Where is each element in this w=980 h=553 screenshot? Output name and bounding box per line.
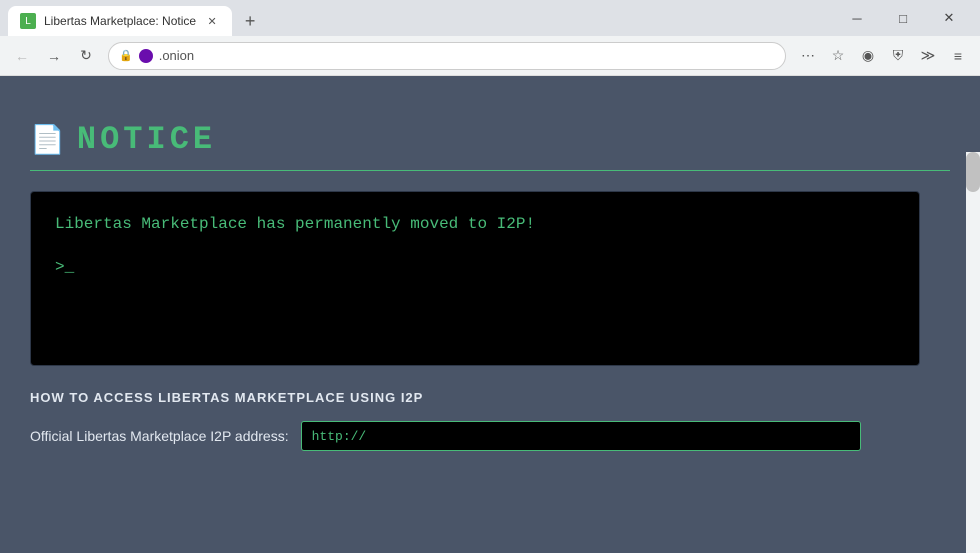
tab-title: Libertas Marketplace: Notice bbox=[44, 14, 196, 28]
toolbar-right: ⋯ ☆ ◉ ⛨ ≫ ≡ bbox=[794, 42, 972, 70]
lock-icon: 🔒 bbox=[119, 49, 133, 62]
extension2-icon[interactable]: ⛨ bbox=[884, 42, 912, 70]
notice-heading: 📄 NOTICE bbox=[30, 121, 950, 158]
more-tools-icon[interactable]: ≫ bbox=[914, 42, 942, 70]
address-text: .onion bbox=[159, 48, 775, 63]
maximize-button[interactable]: □ bbox=[880, 0, 926, 36]
page-title: NOTICE bbox=[77, 121, 216, 158]
page-wrapper: 📄 NOTICE Libertas Marketplace has perman… bbox=[0, 76, 980, 553]
notice-divider bbox=[30, 170, 950, 171]
bookmark-icon[interactable]: ☆ bbox=[824, 42, 852, 70]
i2p-address-input[interactable] bbox=[301, 421, 861, 451]
more-icon[interactable]: ⋯ bbox=[794, 42, 822, 70]
terminal-box: Libertas Marketplace has permanently mov… bbox=[30, 191, 920, 366]
scrollbar-track[interactable] bbox=[966, 152, 980, 553]
tab-area: L Libertas Marketplace: Notice ✕ + bbox=[8, 0, 830, 36]
window-controls: ─ □ ✕ bbox=[834, 0, 972, 36]
address-bar[interactable]: 🔒 .onion bbox=[108, 42, 786, 70]
notice-document-icon: 📄 bbox=[30, 123, 65, 156]
back-button[interactable]: ← bbox=[8, 42, 36, 70]
close-button[interactable]: ✕ bbox=[926, 0, 972, 36]
tab-close-button[interactable]: ✕ bbox=[204, 13, 220, 29]
address-row: Official Libertas Marketplace I2P addres… bbox=[30, 421, 950, 451]
scrollbar-thumb[interactable] bbox=[966, 152, 980, 192]
title-bar: L Libertas Marketplace: Notice ✕ + ─ □ ✕ bbox=[0, 0, 980, 36]
extension1-icon[interactable]: ◉ bbox=[854, 42, 882, 70]
browser-chrome: L Libertas Marketplace: Notice ✕ + ─ □ ✕… bbox=[0, 0, 980, 553]
forward-button[interactable]: → bbox=[40, 42, 68, 70]
how-to-heading: HOW TO ACCESS LIBERTAS MARKETPLACE USING… bbox=[30, 390, 950, 405]
new-tab-button[interactable]: + bbox=[236, 7, 264, 35]
refresh-button[interactable]: ↻ bbox=[72, 42, 100, 70]
terminal-prompt: >_ bbox=[55, 258, 74, 276]
page-content: 📄 NOTICE Libertas Marketplace has perman… bbox=[0, 76, 980, 553]
active-tab[interactable]: L Libertas Marketplace: Notice ✕ bbox=[8, 6, 232, 36]
toolbar: ← → ↻ 🔒 .onion ⋯ ☆ ◉ ⛨ ≫ ≡ bbox=[0, 36, 980, 76]
address-label: Official Libertas Marketplace I2P addres… bbox=[30, 428, 289, 444]
minimize-button[interactable]: ─ bbox=[834, 0, 880, 36]
tab-favicon: L bbox=[20, 13, 36, 29]
menu-icon[interactable]: ≡ bbox=[944, 42, 972, 70]
content-area: 📄 NOTICE Libertas Marketplace has perman… bbox=[30, 121, 950, 451]
terminal-line1: Libertas Marketplace has permanently mov… bbox=[55, 212, 895, 238]
onion-icon bbox=[139, 49, 153, 63]
